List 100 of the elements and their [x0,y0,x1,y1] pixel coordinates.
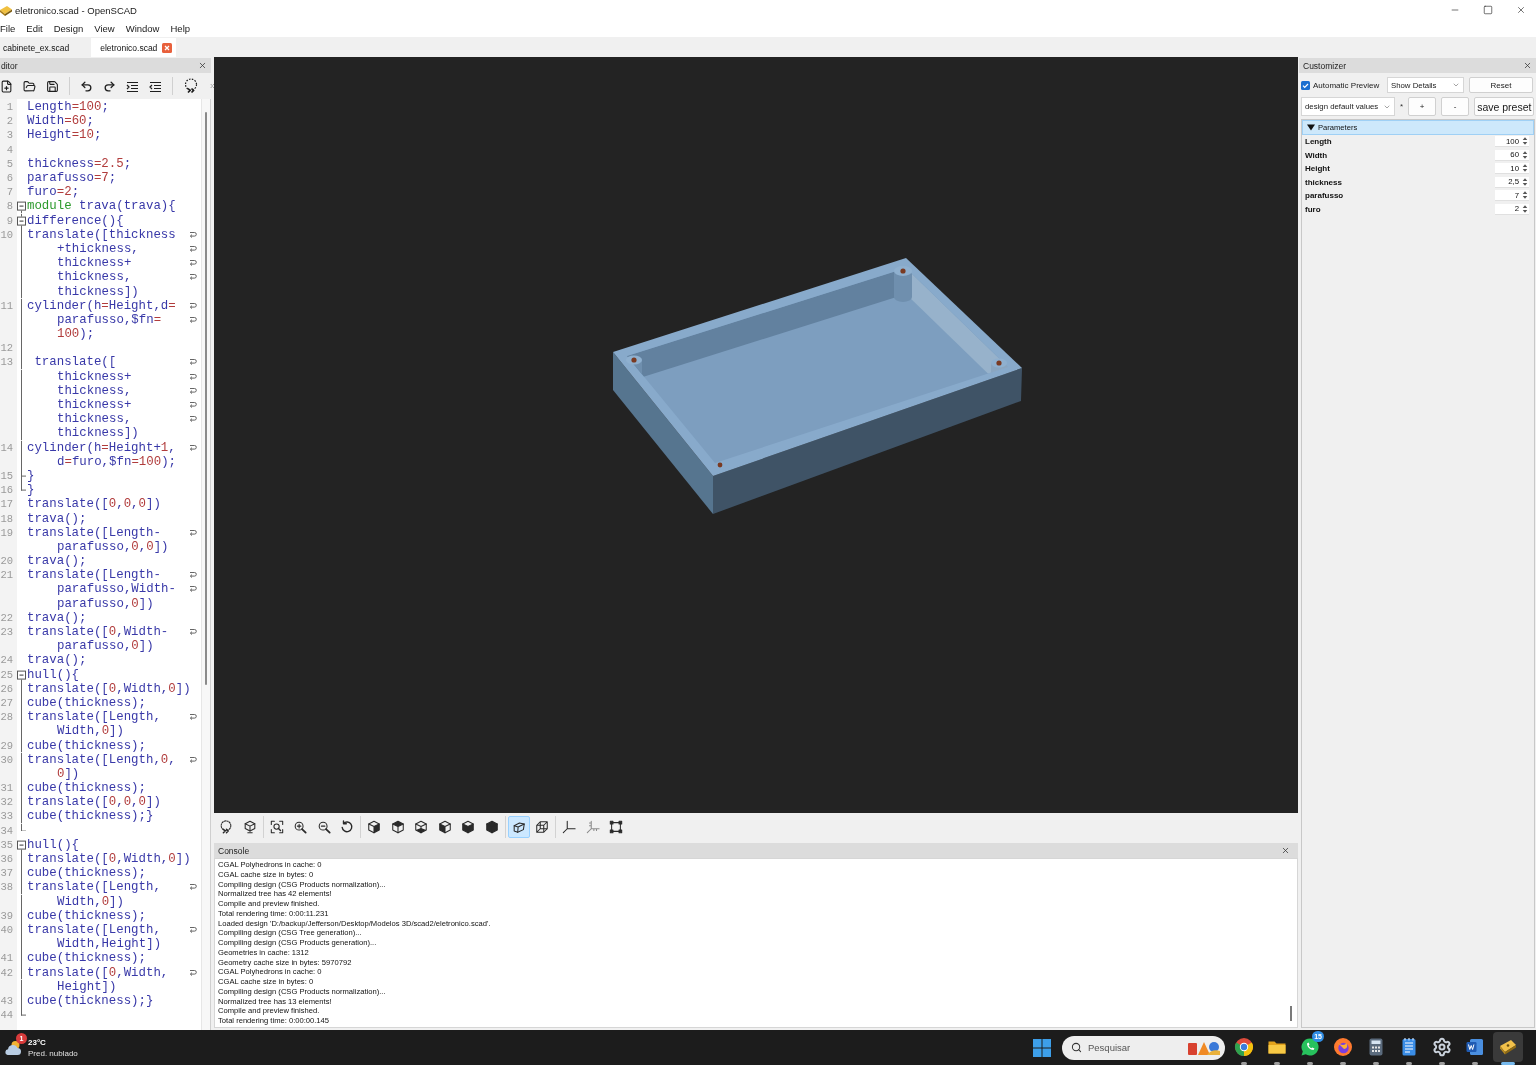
code-line: translate([0,Width, [26,965,169,980]
file-plus-icon[interactable] [0,79,13,93]
scrollbar-thumb[interactable] [205,112,207,685]
code-line: translate([Length, [26,922,161,937]
close-icon[interactable] [1281,846,1290,855]
double-chevron-icon[interactable] [209,82,217,90]
line-number: 16 [0,484,13,497]
line-number: 15 [0,469,13,482]
code-line: Width,0]) [56,724,124,739]
flame-circle-icon[interactable] [1332,1037,1353,1057]
code-line: Height]) [56,979,117,994]
line-number: 25 [0,668,13,681]
menu-item[interactable]: Edit [20,23,49,34]
file-tab[interactable]: eletronico.scad [91,38,177,57]
collapse-box-icon[interactable] [17,837,26,852]
spin-arrows-icon[interactable] [1521,136,1529,148]
menu-item[interactable]: Design [48,23,89,34]
line-number: 8 [6,200,13,213]
panel-title: Customizer [1303,60,1346,71]
code-line: module trava(trava){ [26,199,176,214]
dashed-sphere-icon[interactable] [183,78,199,94]
menu-item[interactable]: View [88,23,121,34]
menu-item[interactable]: File [0,23,21,34]
document-icon[interactable] [1464,1037,1485,1057]
window-title: eletronico.scad - OpenSCAD [15,4,137,16]
wrap-arrow-icon [189,415,197,424]
wrap-arrow-icon [189,883,197,892]
code-line: Width=60; [26,114,94,129]
checkbox[interactable] [1301,80,1310,90]
line-number: 12 [0,342,13,355]
code-line: translate([thickness [26,227,176,242]
spin-arrows-icon[interactable] [1521,163,1529,175]
maximize-icon[interactable] [1483,5,1493,15]
code-line: translate([Length, [26,880,161,895]
line-number: 31 [0,782,13,795]
remove-preset-button[interactable]: - [1441,97,1470,116]
code-line: } [26,483,35,498]
chat-bubble-icon[interactable] [1299,1037,1320,1057]
perspective-cube-icon[interactable] [507,816,530,838]
line-number: 10 [0,228,13,241]
collapse-box-icon[interactable] [17,213,26,228]
wrap-arrow-icon [189,571,197,580]
code-line: parafusso=7; [26,171,117,186]
line-number: 44 [0,1009,13,1022]
fold-end-icon [21,483,26,491]
line-number: 30 [0,753,13,766]
code-line: thickness=2.5; [26,156,132,171]
line-number: 18 [0,512,13,525]
close-icon[interactable] [1516,5,1526,15]
wrap-arrow-icon [189,259,197,268]
save-preset-button[interactable]: save preset [1474,97,1535,116]
code-line: translate([Length- [26,568,161,583]
collapse-box-icon[interactable] [17,199,26,214]
code-line: parafusso,0]) [56,596,154,611]
indent-icon[interactable] [126,79,139,93]
parameter-name: parafusso [1305,191,1344,201]
fold-branch-icon [21,468,26,484]
folder-icon[interactable] [23,79,36,93]
line-number: 26 [0,682,13,695]
code-line: 100); [56,327,95,342]
redo-icon[interactable] [103,79,116,93]
settings-icon[interactable] [1431,1037,1452,1057]
undo-icon[interactable] [80,79,93,93]
wrap-arrow-icon [189,628,197,637]
line-number: 43 [0,994,13,1007]
menu-item[interactable]: Window [120,23,165,34]
line-number: 13 [0,356,13,369]
weather-forecast: Pred. nublado [28,1047,78,1059]
search-input[interactable]: Pesquisar [1088,1040,1181,1055]
parameter-name: furo [1305,204,1321,214]
line-number: 42 [0,966,13,979]
modified-mark: * [1400,102,1404,111]
app-logo-icon[interactable] [1492,1032,1523,1062]
spin-arrows-icon[interactable] [1521,149,1529,161]
close-icon[interactable] [1523,61,1532,70]
code-line: thickness]) [56,426,139,441]
reset-button[interactable]: Reset [1469,77,1533,93]
wrap-arrow-icon [189,968,197,977]
spin-arrows-icon[interactable] [1521,190,1529,202]
search-bar[interactable]: Pesquisar [1062,1035,1225,1060]
menu-item[interactable]: Help [165,23,196,34]
panel-title: Console [218,845,250,856]
spin-arrows-icon[interactable] [1521,203,1529,215]
close-icon[interactable] [198,61,207,70]
parameter-name: thickness [1305,177,1342,187]
search-icon [1071,1042,1082,1053]
collapse-box-icon[interactable] [17,667,26,682]
spin-arrows-icon[interactable] [1521,176,1529,188]
code-line: hull(){ [26,837,80,852]
four-squares-icon[interactable] [1033,1038,1051,1057]
outdent-icon[interactable] [149,79,162,93]
code-line: thickness+ [56,369,132,384]
code-line: translate([0,Width- [26,625,169,640]
scrollbar-thumb[interactable] [1290,1006,1292,1021]
line-number: 28 [0,711,13,724]
close-icon[interactable] [162,42,173,53]
code-line: cube(thickness);} [26,809,154,824]
add-preset-button[interactable]: + [1408,97,1437,116]
segmented-circle-icon[interactable] [1233,1037,1254,1057]
line-number: 27 [0,696,13,709]
